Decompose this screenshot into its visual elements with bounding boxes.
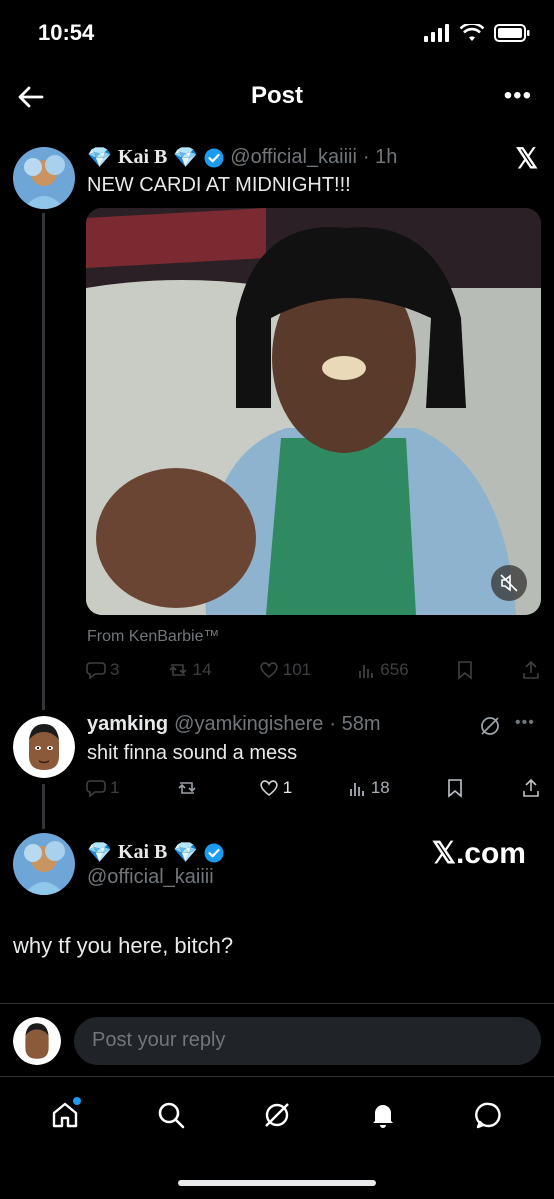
views-icon (349, 783, 364, 796)
share-icon (523, 660, 539, 679)
quoted-post-header: 💎 Kai B 💎 (87, 840, 224, 865)
share-action[interactable] (521, 660, 541, 680)
tab-messages[interactable] (469, 1095, 509, 1135)
post-video[interactable] (86, 208, 541, 615)
chat-bubble-icon (475, 1102, 501, 1129)
repost-count: 14 (192, 660, 212, 679)
author-name[interactable]: Kai B (118, 146, 167, 169)
reply-icon (86, 662, 106, 680)
heart-icon (260, 662, 278, 679)
status-time: 10:54 (38, 20, 95, 45)
verified-badge-icon (204, 843, 224, 862)
grok-icon (265, 1103, 289, 1127)
x-com-watermark: 𝕏.com (431, 837, 526, 870)
like-count: 1 (282, 778, 293, 797)
views-action[interactable]: 656 (358, 660, 409, 680)
reply-action[interactable]: 3 (86, 660, 119, 680)
reply-count: 1 (110, 778, 120, 797)
post-more-icon[interactable]: ••• (515, 714, 535, 732)
author-handle[interactable]: @official_kaiiii (87, 866, 214, 889)
diamond-icon: 💎 (173, 842, 199, 864)
more-options-icon[interactable]: ••• (504, 82, 532, 110)
post-text: NEW CARDI AT MIDNIGHT!!! (87, 174, 351, 196)
post-text: shit finna sound a mess (87, 742, 298, 764)
media-attribution[interactable]: From KenBarbie™ (87, 628, 220, 646)
views-count: 18 (370, 778, 390, 797)
wifi-icon (460, 24, 484, 41)
like-action[interactable]: 101 (259, 660, 311, 680)
reply-icon (86, 780, 106, 798)
bottom-tab-bar (0, 1080, 554, 1150)
bookmark-action[interactable] (456, 660, 474, 680)
battery-icon (494, 24, 530, 42)
current-user-avatar[interactable] (13, 1017, 61, 1065)
author-handle[interactable]: @official_kaiiii (230, 146, 357, 169)
video-frame (86, 208, 541, 615)
thread-line (42, 213, 45, 710)
bookmark-icon (458, 661, 472, 680)
author-name[interactable]: yamking (87, 713, 168, 736)
grok-icon[interactable] (479, 715, 501, 737)
reply-action[interactable]: 1 (86, 778, 119, 798)
verified-badge-icon (204, 148, 224, 167)
repost-icon (178, 782, 196, 794)
views-count: 656 (380, 660, 409, 679)
mute-button[interactable] (491, 565, 527, 601)
status-bar: 10:54 (0, 0, 554, 70)
muted-speaker-icon (500, 574, 518, 592)
avatar-yamking[interactable] (13, 716, 75, 778)
reply-input[interactable]: Post your reply (74, 1017, 541, 1065)
avatar-kai-b[interactable] (13, 147, 75, 209)
main-post-header: 💎 Kai B 💎 @official_kaiiii · 1h (87, 145, 397, 170)
views-action[interactable]: 18 (349, 778, 390, 798)
views-icon (359, 665, 374, 678)
diamond-icon: 💎 (87, 842, 112, 864)
diamond-icon: 💎 (87, 147, 112, 169)
status-icons (424, 24, 530, 42)
post-time: · 58m (329, 713, 381, 735)
share-action[interactable] (521, 778, 541, 798)
tab-home[interactable] (45, 1095, 85, 1135)
bell-icon (373, 1105, 393, 1128)
top-navigation: Post ••• (0, 70, 554, 126)
heart-icon (260, 780, 278, 797)
post-time: · 1h (362, 146, 398, 168)
repost-action[interactable] (176, 778, 202, 798)
reply-bar: Post your reply (0, 1003, 554, 1077)
main-post-actions: 3 14 101 656 (86, 660, 541, 680)
post-text: why tf you here, bitch? (13, 933, 234, 958)
reply-count: 3 (110, 660, 120, 679)
like-action[interactable]: 1 (259, 778, 292, 798)
thread-line (42, 784, 45, 829)
author-name[interactable]: Kai B (118, 841, 167, 864)
x-logo-watermark: 𝕏 (515, 143, 538, 174)
share-icon (523, 778, 539, 797)
search-icon (158, 1102, 185, 1129)
page-title: Post (250, 82, 303, 109)
repost-icon (169, 664, 187, 676)
bookmark-icon (448, 779, 463, 798)
tab-notifications[interactable] (363, 1095, 403, 1135)
avatar-kai-b[interactable] (13, 833, 75, 895)
bookmark-action[interactable] (446, 778, 464, 798)
signal-icon (424, 24, 449, 42)
like-count: 101 (282, 660, 312, 679)
tab-grok[interactable] (257, 1095, 297, 1135)
diamond-icon: 💎 (173, 147, 199, 169)
reply-post-header: yamking @yamkingishere · 58m (87, 713, 381, 736)
reply-post-actions: 1 1 18 (86, 778, 541, 798)
author-handle[interactable]: @yamkingishere (174, 713, 323, 736)
repost-action[interactable]: 14 (167, 660, 212, 680)
tab-search[interactable] (151, 1095, 191, 1135)
home-indicator (178, 1180, 376, 1186)
notification-dot (73, 1097, 81, 1105)
